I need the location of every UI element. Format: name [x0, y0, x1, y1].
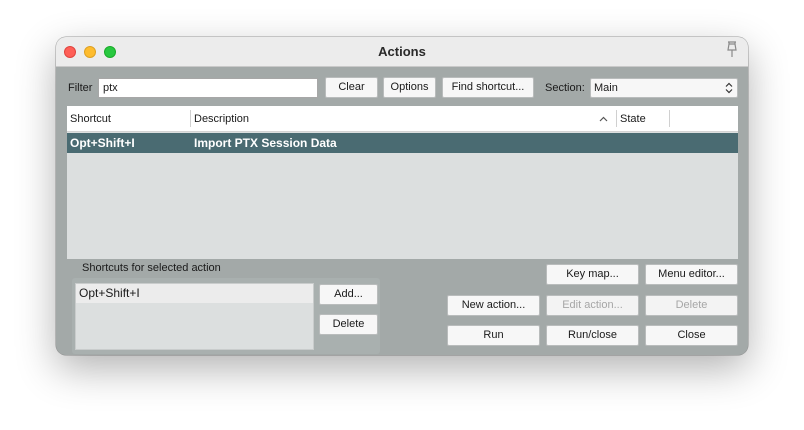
filter-input[interactable]: ptx: [98, 78, 318, 98]
pin-icon[interactable]: [723, 40, 741, 60]
select-arrows-icon: [725, 82, 733, 94]
shortcuts-list[interactable]: Opt+Shift+I: [75, 283, 314, 350]
section-select-value: Main: [594, 82, 618, 94]
add-shortcut-button[interactable]: Add...: [319, 284, 378, 305]
column-divider[interactable]: [669, 110, 670, 127]
section-label: Section:: [545, 82, 585, 94]
list-item[interactable]: Opt+Shift+I: [76, 284, 313, 303]
find-shortcut-button[interactable]: Find shortcut...: [442, 77, 534, 98]
menu-editor-button[interactable]: Menu editor...: [645, 264, 738, 285]
clear-button[interactable]: Clear: [325, 77, 378, 98]
sort-ascending-icon: [599, 116, 608, 122]
window-title: Actions: [378, 44, 426, 59]
options-button[interactable]: Options: [383, 77, 436, 98]
title-bar[interactable]: Actions: [56, 37, 748, 67]
row-description-cell: Import PTX Session Data: [194, 136, 337, 150]
table-header: Shortcut Description State: [67, 106, 738, 132]
column-header-shortcut[interactable]: Shortcut: [70, 113, 111, 125]
shortcuts-panel-label: Shortcuts for selected action: [82, 262, 221, 274]
delete-shortcut-button[interactable]: Delete: [319, 314, 378, 335]
column-header-description[interactable]: Description: [194, 113, 249, 125]
run-close-button[interactable]: Run/close: [546, 325, 639, 346]
row-shortcut-cell: Opt+Shift+I: [70, 136, 135, 150]
column-header-state[interactable]: State: [620, 113, 646, 125]
close-button[interactable]: Close: [645, 325, 738, 346]
actions-window: Actions Filter ptx Clear Options Find sh…: [56, 37, 748, 355]
run-button[interactable]: Run: [447, 325, 540, 346]
new-action-button[interactable]: New action...: [447, 295, 540, 316]
filter-label: Filter: [68, 82, 93, 94]
column-divider[interactable]: [190, 110, 191, 127]
delete-action-button[interactable]: Delete: [645, 295, 738, 316]
section-select[interactable]: Main: [590, 78, 738, 98]
actions-table[interactable]: Shortcut Description State Opt+Shift+I I…: [67, 106, 738, 259]
table-row[interactable]: Opt+Shift+I Import PTX Session Data: [67, 133, 738, 153]
key-map-button[interactable]: Key map...: [546, 264, 639, 285]
column-divider[interactable]: [616, 110, 617, 127]
edit-action-button[interactable]: Edit action...: [546, 295, 639, 316]
